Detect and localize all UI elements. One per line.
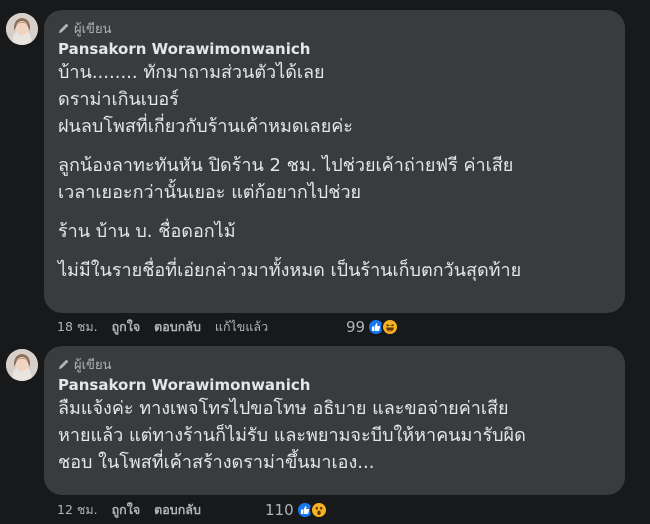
author-badge: ผู้เขียน bbox=[58, 356, 611, 373]
timestamp[interactable]: 12 ชม. bbox=[57, 500, 98, 520]
avatar[interactable] bbox=[6, 349, 38, 381]
avatar-image bbox=[6, 349, 38, 381]
edited-label[interactable]: แก้ไขแล้ว bbox=[215, 317, 268, 337]
pencil-icon bbox=[58, 358, 70, 370]
reactions-summary[interactable]: 99 bbox=[346, 315, 400, 339]
comment-actions: 18 ชม. ถูกใจ ตอบกลับ แก้ไขแล้ว bbox=[57, 317, 268, 337]
wow-reaction-icon bbox=[309, 501, 328, 519]
timestamp[interactable]: 18 ชม. bbox=[57, 317, 98, 337]
like-button[interactable]: ถูกใจ bbox=[112, 317, 141, 337]
comment-actions: 12 ชม. ถูกใจ ตอบกลับ bbox=[57, 500, 201, 520]
haha-reaction-icon bbox=[381, 318, 400, 336]
author-badge-label: ผู้เขียน bbox=[74, 357, 112, 373]
comment-paragraph: ร้าน บ้าน บ. ชื่อดอกไม้ bbox=[58, 221, 236, 242]
comment-paragraph: ลูกน้องลาทะทันหัน ปิดร้าน 2 ชม. ไปช่วยเค… bbox=[58, 155, 514, 203]
commenter-name[interactable]: Pansakorn Worawimonwanich bbox=[58, 39, 611, 59]
comment-bubble: ผู้เขียน Pansakorn Worawimonwanich บ้าน.… bbox=[44, 10, 625, 313]
reactions-summary[interactable]: 110 bbox=[265, 498, 328, 522]
author-badge-label: ผู้เขียน bbox=[74, 21, 112, 37]
avatar-image bbox=[6, 13, 38, 45]
comment-paragraph: ไม่มีในรายชื่อที่เอ่ยกล่าวมาทั้งหมด เป็น… bbox=[58, 260, 522, 281]
author-badge: ผู้เขียน bbox=[58, 20, 611, 37]
pencil-icon bbox=[58, 22, 70, 34]
reply-button[interactable]: ตอบกลับ bbox=[154, 317, 201, 337]
reply-button[interactable]: ตอบกลับ bbox=[154, 500, 201, 520]
commenter-name[interactable]: Pansakorn Worawimonwanich bbox=[58, 375, 611, 395]
reaction-count: 99 bbox=[346, 318, 366, 336]
like-button[interactable]: ถูกใจ bbox=[112, 500, 141, 520]
comment-paragraph: บ้าน........ ทักมาถามส่วนตัวได้เลย ดราม่… bbox=[58, 62, 353, 137]
avatar[interactable] bbox=[6, 13, 38, 45]
comment-paragraph: ลืมแจ้งค่ะ ทางเพจโทรไปขอโทษ อธิบาย และขอ… bbox=[58, 398, 526, 473]
reaction-count: 110 bbox=[265, 501, 294, 519]
comment-bubble: ผู้เขียน Pansakorn Worawimonwanich ลืมแจ… bbox=[44, 346, 625, 495]
